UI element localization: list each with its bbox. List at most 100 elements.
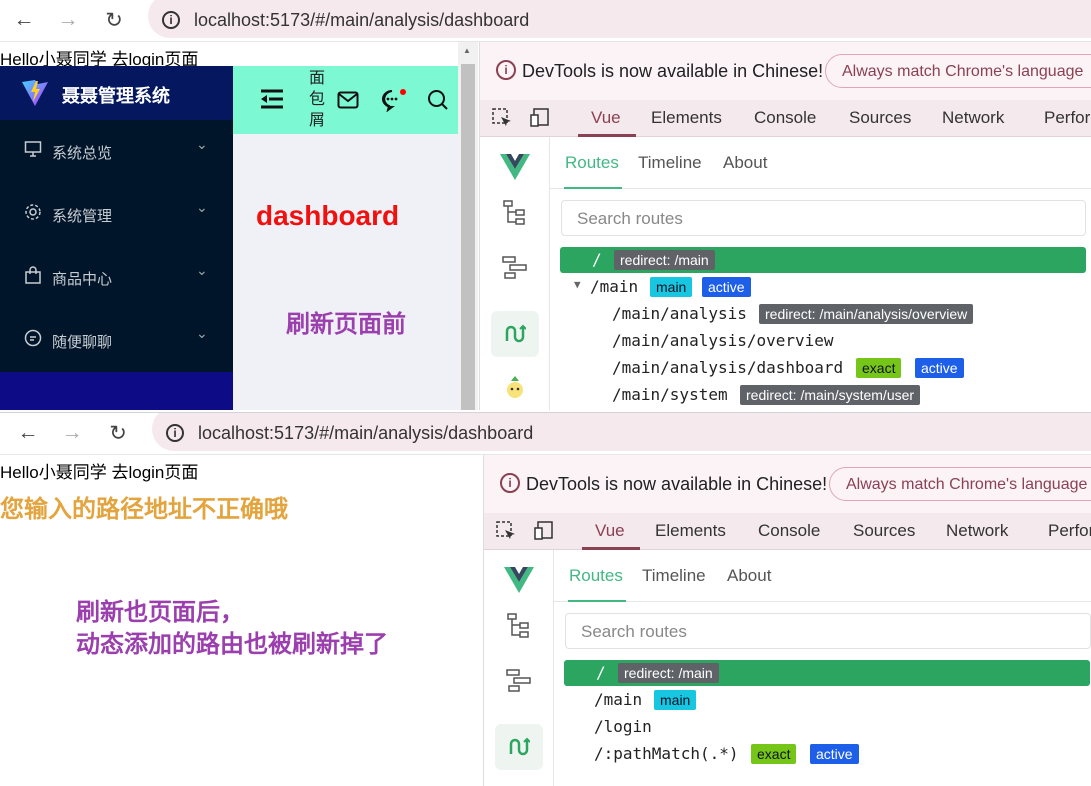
- route-path: /:pathMatch(.*): [594, 744, 739, 763]
- browser-window-before-refresh: ← → ↻ i localhost:5173/#/main/analysis/d…: [0, 0, 1091, 410]
- sidebar-bottom: [0, 372, 233, 410]
- tab-network[interactable]: Network: [942, 108, 1004, 128]
- tab-performance[interactable]: Perfor: [1048, 521, 1091, 541]
- reload-button[interactable]: ↻: [96, 2, 132, 38]
- url-text: localhost:5173/#/main/analysis/dashboard: [194, 10, 530, 30]
- route-path: /main/analysis: [612, 304, 747, 323]
- route-row[interactable]: / redirect: /main: [564, 660, 1090, 686]
- vue-devtools-sidebar: [480, 137, 550, 410]
- device-toolbar-icon[interactable]: [530, 108, 552, 128]
- tab-timeline[interactable]: Timeline: [638, 153, 702, 173]
- route-row[interactable]: /main/analysis redirect: /main/analysis/o…: [560, 301, 1086, 327]
- tab-vue[interactable]: Vue: [591, 108, 621, 128]
- logo-text: 聂聂管理系统: [62, 86, 170, 106]
- route-row[interactable]: /main/analysis/dashboard exact active: [560, 355, 1086, 381]
- page-scrollbar[interactable]: ▲: [458, 42, 478, 410]
- route-row[interactable]: /main/analysis/overview: [560, 328, 1086, 354]
- always-match-language-button[interactable]: Always match Chrome's language: [825, 54, 1091, 88]
- routes-icon[interactable]: [480, 311, 550, 357]
- device-toolbar-icon[interactable]: [534, 521, 556, 541]
- forward-button[interactable]: →: [50, 2, 86, 38]
- app-page: Hello小聂同学 去login页面 您输入的路径地址不正确哦 刷新也页面后， …: [0, 455, 483, 786]
- tab-vue[interactable]: Vue: [595, 521, 625, 541]
- menu-item-goods[interactable]: 商品中心 ⌄: [0, 246, 233, 309]
- tab-about[interactable]: About: [727, 566, 771, 586]
- route-row[interactable]: /login: [564, 714, 1090, 740]
- notice-text: DevTools is now available in Chinese!: [526, 474, 828, 494]
- tab-network[interactable]: Network: [946, 521, 1008, 541]
- route-tag: redirect: /main/system/user: [740, 385, 921, 405]
- routes-tab-indicator: [568, 600, 626, 602]
- menu-item-chat[interactable]: 随便聊聊 ⌄: [0, 309, 233, 372]
- timeline-icon[interactable]: [484, 658, 554, 702]
- component-tree-icon[interactable]: [480, 191, 550, 235]
- gear-icon: [25, 204, 41, 220]
- tab-about[interactable]: About: [723, 153, 767, 173]
- url-field[interactable]: i localhost:5173/#/main/analysis/dashboa…: [152, 413, 1091, 451]
- back-button[interactable]: ←: [10, 415, 46, 451]
- route-tag: active: [810, 744, 859, 764]
- route-path: /main: [590, 277, 639, 296]
- fold-menu-icon[interactable]: [259, 88, 285, 110]
- chevron-down-icon: ⌄: [196, 136, 208, 152]
- chevron-down-icon: ⌄: [196, 325, 208, 341]
- tab-routes[interactable]: Routes: [569, 566, 623, 586]
- chevron-down-icon: ⌄: [196, 262, 208, 278]
- route-path: /main/analysis/dashboard: [612, 358, 844, 377]
- route-tag: redirect: /main/analysis/overview: [759, 304, 974, 324]
- address-bar-area: ← → ↻ i localhost:5173/#/main/analysis/d…: [0, 413, 1091, 455]
- menu-item-system[interactable]: 系统管理 ⌄: [0, 183, 233, 246]
- vue-routes-tabs: Routes Timeline About: [550, 137, 1091, 189]
- mail-icon[interactable]: [337, 91, 359, 109]
- route-path: /: [592, 250, 602, 269]
- routes-icon[interactable]: [484, 724, 554, 770]
- tab-sources[interactable]: Sources: [853, 521, 915, 541]
- timeline-icon[interactable]: [480, 245, 550, 289]
- route-tag: main: [650, 277, 693, 297]
- tab-routes[interactable]: Routes: [565, 153, 619, 173]
- chat-notification-icon[interactable]: [381, 88, 407, 112]
- route-row[interactable]: /main/system redirect: /main/system/user: [560, 382, 1086, 408]
- content-area: [233, 134, 458, 410]
- back-button[interactable]: ←: [6, 2, 42, 38]
- expand-caret-icon[interactable]: ▼: [574, 278, 581, 291]
- inspect-element-icon[interactable]: [496, 521, 518, 541]
- tab-sources[interactable]: Sources: [849, 108, 911, 128]
- forward-button[interactable]: →: [54, 415, 90, 451]
- menu-item-overview[interactable]: 系统总览 ⌄: [0, 120, 233, 183]
- route-path: /main/system: [612, 385, 728, 404]
- route-row[interactable]: /:pathMatch(.*) exact active: [564, 741, 1090, 767]
- info-icon: i: [500, 473, 520, 493]
- reload-button[interactable]: ↻: [100, 415, 136, 451]
- search-icon[interactable]: [427, 89, 449, 111]
- route-tag: exact: [751, 744, 797, 764]
- tab-console[interactable]: Console: [754, 108, 816, 128]
- component-tree-icon[interactable]: [484, 604, 554, 648]
- route-row[interactable]: /main main: [564, 687, 1090, 713]
- search-routes-input[interactable]: Search routes: [561, 200, 1086, 236]
- scroll-up-icon[interactable]: ▲: [463, 46, 471, 55]
- site-info-icon[interactable]: i: [166, 424, 184, 442]
- hello-login-link[interactable]: Hello小聂同学 去login页面: [0, 458, 198, 483]
- tab-performance[interactable]: Perfor: [1044, 108, 1090, 128]
- vue-devtools-sidebar: [484, 550, 554, 786]
- search-routes-input[interactable]: Search routes: [565, 613, 1091, 649]
- route-row[interactable]: / redirect: /main: [560, 247, 1086, 273]
- url-field[interactable]: i localhost:5173/#/main/analysis/dashboa…: [148, 0, 1091, 38]
- site-info-icon[interactable]: i: [162, 11, 180, 29]
- tab-console[interactable]: Console: [758, 521, 820, 541]
- pinia-icon[interactable]: [480, 365, 550, 409]
- address-bar-area: ← → ↻ i localhost:5173/#/main/analysis/d…: [0, 0, 1091, 42]
- tab-timeline[interactable]: Timeline: [642, 566, 706, 586]
- page-header: 面包屑: [233, 66, 458, 134]
- route-path: /: [596, 663, 606, 682]
- tab-elements[interactable]: Elements: [655, 521, 726, 541]
- route-row[interactable]: ▼ /main main active: [560, 274, 1086, 300]
- inspect-element-icon[interactable]: [492, 108, 514, 128]
- devtools-tabbar: Vue Elements Console Sources Network Per…: [480, 100, 1091, 137]
- vite-logo-icon: [22, 80, 48, 106]
- url-text: localhost:5173/#/main/analysis/dashboard: [198, 423, 534, 443]
- tab-elements[interactable]: Elements: [651, 108, 722, 128]
- always-match-language-button[interactable]: Always match Chrome's language: [829, 467, 1091, 501]
- scrollbar-thumb[interactable]: [461, 64, 475, 410]
